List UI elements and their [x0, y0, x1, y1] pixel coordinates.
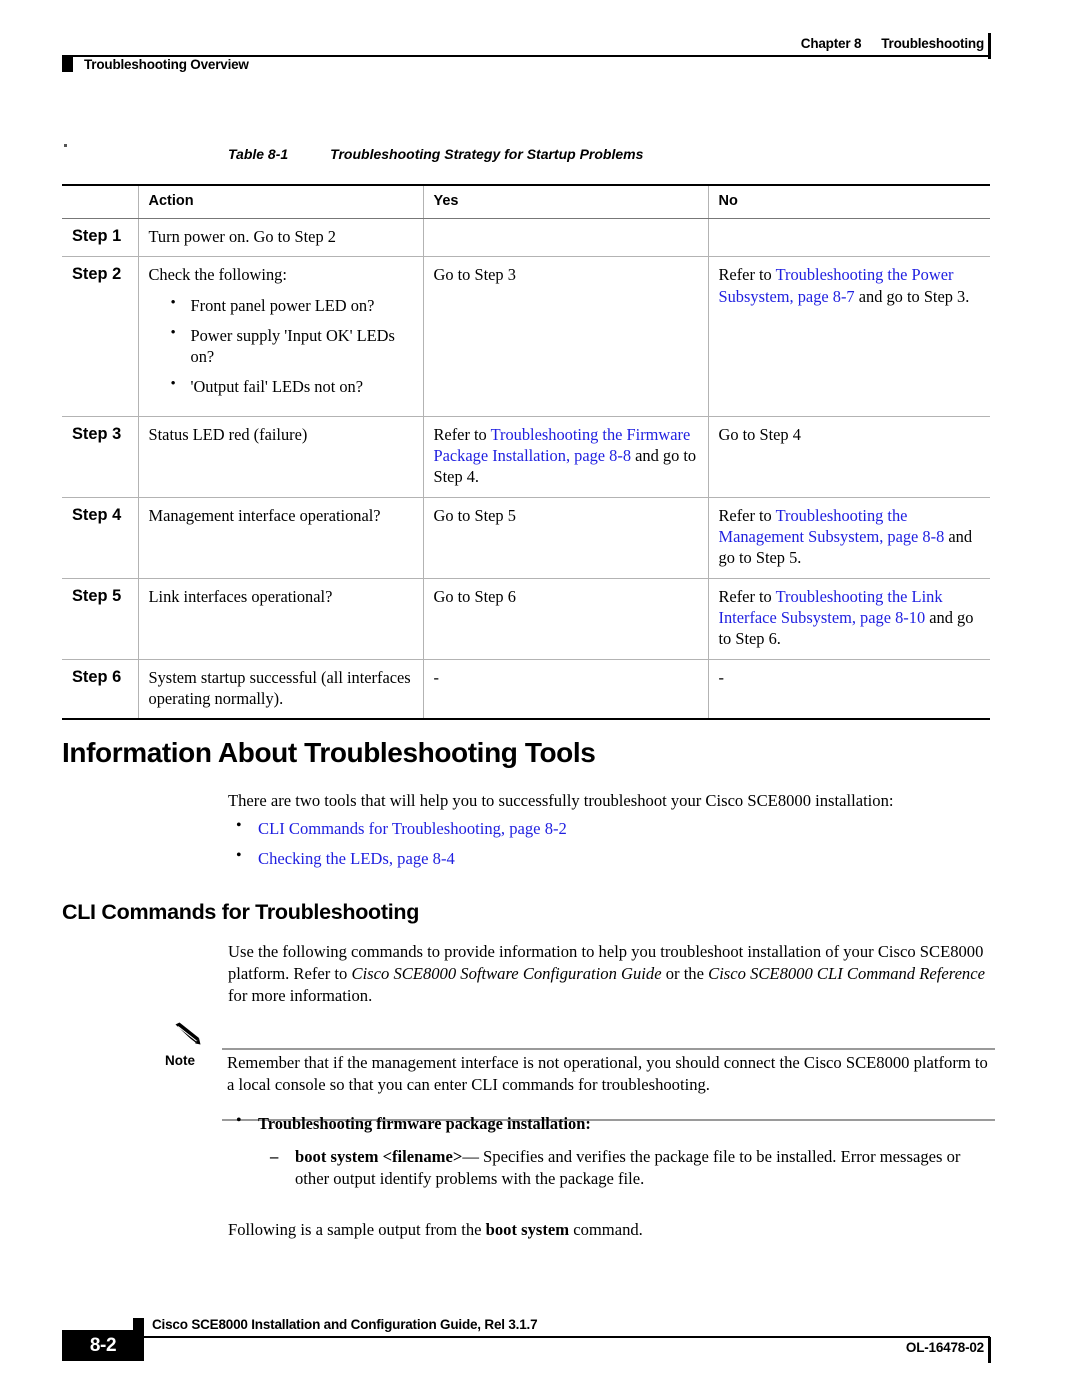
table-cell-step: Step 4	[62, 497, 139, 579]
table-cell-yes: Refer to Troubleshooting the Firmware Pa…	[423, 416, 709, 498]
paragraph-part: command.	[569, 1220, 643, 1239]
book-title-italic: Cisco SCE8000 Software Configuration Gui…	[351, 964, 662, 984]
table-cell-action: Status LED red (failure)	[138, 416, 424, 498]
header-chapter-number: Chapter 8	[800, 36, 862, 51]
action-bullet-list: Front panel power LED on? Power supply '…	[149, 293, 415, 398]
footer-document-id: OL-16478-02	[905, 1340, 984, 1355]
table-cell-action: Link interfaces operational?	[138, 578, 424, 660]
page-header: Chapter 8 Troubleshooting Troubleshooting…	[0, 0, 1080, 96]
table-col-header-yes: Yes	[423, 183, 709, 219]
section-heading-cli-commands: CLI Commands for Troubleshooting	[62, 900, 420, 924]
header-chapter-info: Chapter 8 Troubleshooting	[801, 36, 984, 51]
table-cell-no: Refer to Troubleshooting the Link Interf…	[708, 578, 990, 660]
table-row: Step 5 Link interfaces operational? Go t…	[62, 578, 990, 660]
troubleshooting-strategy-table: Action Yes No Step 1 Turn power on. Go t…	[62, 183, 990, 721]
book-title-italic: Cisco SCE8000 CLI Command Reference	[708, 964, 985, 984]
cell-text-prefix: Refer to	[718, 505, 776, 525]
command-dash-list: boot system <filename>— Specifies and ve…	[265, 1146, 995, 1190]
table-cell-yes: Go to Step 5	[423, 497, 709, 579]
list-item: CLI Commands for Troubleshooting, page 8…	[228, 816, 928, 840]
header-chapter-title: Troubleshooting	[881, 36, 984, 51]
cli-paragraph: Use the following commands to provide in…	[228, 941, 994, 1008]
table-cell-action: Turn power on. Go to Step 2	[138, 218, 424, 258]
table-caption-title: Troubleshooting Strategy for Startup Pro…	[330, 146, 644, 162]
table-cell-yes	[423, 218, 709, 258]
cell-text-prefix: Refer to	[718, 265, 776, 285]
table-cell-no: -	[708, 659, 990, 721]
table-cell-yes: Go to Step 3	[423, 256, 709, 417]
table-cell-yes: -	[423, 659, 709, 721]
table-cell-no: Refer to Troubleshooting the Power Subsy…	[708, 256, 990, 417]
following-paragraph: Following is a sample output from the bo…	[228, 1219, 988, 1241]
paragraph-part: Following is a sample output from the	[228, 1220, 486, 1239]
footer-end-bar	[988, 1337, 991, 1363]
table-cell-yes: Go to Step 6	[423, 578, 709, 660]
table-cell-no: Go to Step 4	[708, 416, 990, 498]
list-item: Power supply 'Input OK' LEDs on?	[171, 324, 415, 368]
table-row: Step 2 Check the following: Front panel …	[62, 256, 990, 417]
paragraph-part: for more information.	[228, 986, 373, 1006]
note-rule-top	[222, 1048, 995, 1050]
table-row: Step 6 System startup successful (all in…	[62, 659, 990, 721]
cross-reference-link[interactable]: CLI Commands for Troubleshooting, page 8…	[258, 819, 567, 838]
footer-rule	[90, 1336, 990, 1338]
table-cell-step: Step 2	[62, 256, 139, 417]
table-cell-step: Step 5	[62, 578, 139, 660]
footer-guide-title: Cisco SCE8000 Installation and Configura…	[152, 1317, 538, 1332]
cell-text-suffix: and go to Step 3.	[854, 286, 970, 306]
table-col-header-step	[62, 183, 139, 219]
command-name: boot system <filename>	[295, 1147, 463, 1166]
list-item: boot system <filename>— Specifies and ve…	[265, 1146, 995, 1190]
cell-text-prefix: Refer to	[718, 586, 776, 606]
table-row: Step 3 Status LED red (failure) Refer to…	[62, 416, 990, 498]
table-cell-action: Check the following: Front panel power L…	[138, 256, 424, 417]
table-caption-number: Table 8-1	[228, 146, 289, 162]
table-header-row: Action Yes No	[62, 183, 990, 219]
command-name-inline: boot system	[485, 1220, 570, 1239]
list-item: Checking the LEDs, page 8-4	[228, 846, 928, 870]
header-section-label: Troubleshooting Overview	[84, 57, 249, 72]
table-cell-no: Refer to Troubleshooting the Management …	[708, 497, 990, 579]
table-row: Step 4 Management interface operational?…	[62, 497, 990, 579]
table-cell-action: System startup successful (all interface…	[138, 659, 424, 721]
table-caption: Table 8-1 Troubleshooting Strategy for St…	[228, 146, 643, 162]
scan-artifact	[64, 144, 67, 147]
list-item: Front panel power LED on?	[171, 293, 415, 316]
page-title: Information About Troubleshooting Tools	[62, 737, 596, 768]
header-end-bar	[988, 33, 991, 59]
list-item: Troubleshooting firmware package install…	[228, 1112, 988, 1134]
table-cell-step: Step 1	[62, 218, 139, 258]
table-cell-step: Step 3	[62, 416, 139, 498]
tool-links-list: CLI Commands for Troubleshooting, page 8…	[228, 816, 928, 877]
table-col-header-no: No	[708, 183, 990, 219]
cross-reference-link[interactable]: Checking the LEDs, page 8-4	[258, 849, 455, 868]
paragraph-part: or the	[661, 964, 709, 984]
command-heading-list: Troubleshooting firmware package install…	[228, 1112, 988, 1134]
table-col-header-action: Action	[138, 183, 424, 219]
table-cell-action-text: Check the following:	[148, 265, 287, 285]
table-cell-action: Management interface operational?	[138, 497, 424, 579]
list-item: 'Output fail' LEDs not on?	[171, 375, 415, 397]
table-cell-step: Step 6	[62, 659, 139, 721]
header-square-marker-icon	[62, 57, 73, 72]
intro-paragraph: There are two tools that will help you t…	[228, 791, 894, 810]
footer-page-number: 8-2	[89, 1335, 117, 1356]
cell-text-prefix: Refer to	[433, 424, 491, 444]
pencil-icon	[172, 1022, 202, 1048]
table-row: Step 1 Turn power on. Go to Step 2	[62, 218, 990, 258]
note-label: Note	[165, 1053, 195, 1068]
note-text: Remember that if the management interfac…	[227, 1053, 988, 1095]
table-cell-no	[708, 218, 990, 258]
